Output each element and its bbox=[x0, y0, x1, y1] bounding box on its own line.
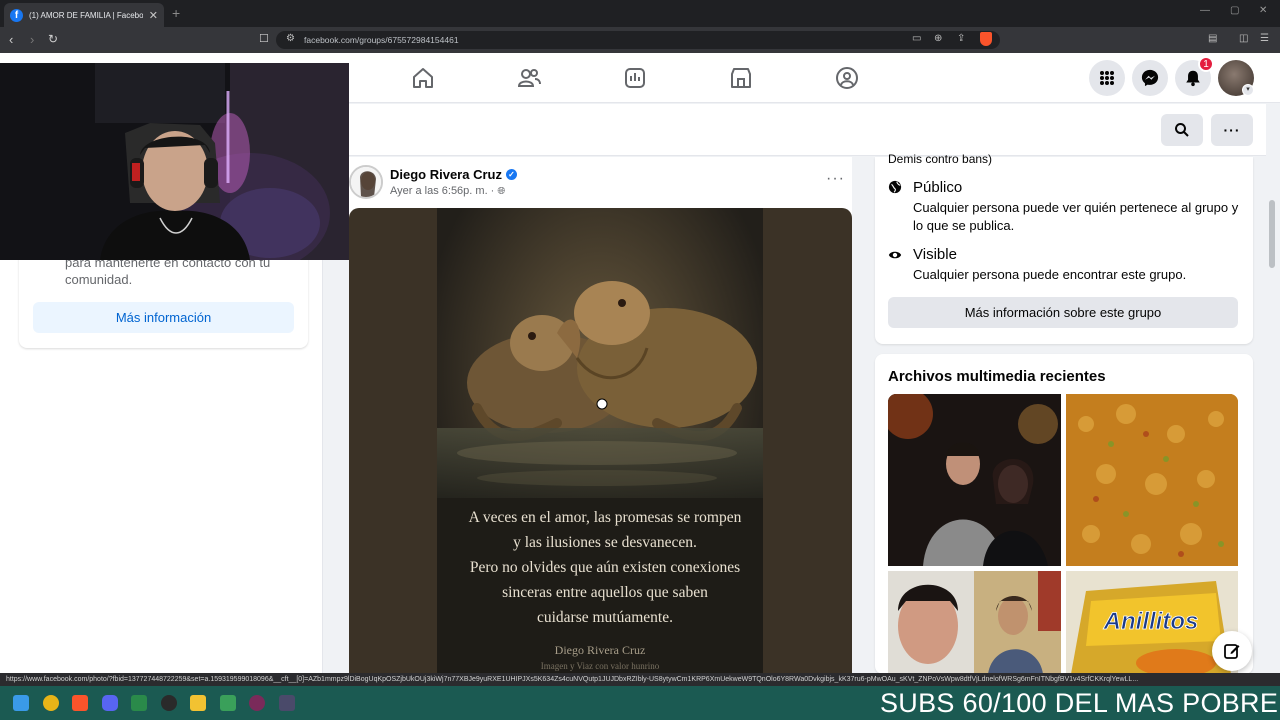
streamer-webcam-image bbox=[0, 63, 349, 260]
url-text: facebook.com/groups/675572984154461 bbox=[304, 35, 459, 45]
messenger-button[interactable] bbox=[1132, 60, 1168, 96]
menu-grid-button[interactable] bbox=[1089, 60, 1125, 96]
quote-line: sinceras entre aquellos que saben bbox=[502, 584, 708, 601]
grid-icon bbox=[1100, 71, 1114, 85]
media-thumbnail[interactable] bbox=[888, 571, 1061, 674]
eye-icon bbox=[888, 251, 902, 259]
tab-title: (1) AMOR DE FAMILIA | Faceboo bbox=[29, 10, 143, 20]
browser-tab[interactable]: f (1) AMOR DE FAMILIA | Faceboo ✕ bbox=[4, 3, 164, 27]
obs-icon[interactable] bbox=[161, 695, 177, 711]
brave-browser-icon[interactable] bbox=[72, 695, 88, 711]
app-icon[interactable] bbox=[249, 695, 265, 711]
globe-icon: 🌐︎ bbox=[497, 186, 506, 197]
media-thumbnail-photo bbox=[888, 571, 1061, 674]
wallet-icon[interactable]: ▤ bbox=[1208, 33, 1217, 44]
forward-icon[interactable]: › bbox=[30, 32, 34, 47]
browser-tabstrip bbox=[0, 0, 1280, 27]
gamepad-icon[interactable] bbox=[220, 695, 236, 711]
chips-brand-text: Anillitos bbox=[1103, 608, 1199, 635]
bookmark-icon[interactable]: ☐ bbox=[259, 32, 269, 45]
about-group-button[interactable]: Más información sobre este grupo bbox=[888, 297, 1238, 328]
file-explorer-icon[interactable] bbox=[190, 695, 206, 711]
compose-button[interactable] bbox=[1212, 631, 1252, 671]
media-thumbnail-photo bbox=[888, 394, 1061, 566]
quote-line: Pero no olvides que aún existen conexion… bbox=[469, 559, 741, 576]
search-icon bbox=[1175, 123, 1189, 137]
store-icon[interactable] bbox=[131, 695, 147, 711]
account-chevron-down-icon[interactable]: ▾ bbox=[1242, 84, 1254, 96]
about-description-cut: Demis contro bans) bbox=[888, 152, 993, 166]
media-thumbnail-photo: Anillitos bbox=[1066, 571, 1238, 674]
app-icon[interactable] bbox=[279, 695, 295, 711]
quote-line: cuidarse mutúamente. bbox=[536, 609, 673, 626]
sidebar-toggle-icon[interactable]: ◫ bbox=[1239, 33, 1248, 44]
recent-media-title: Archivos multimedia recientes bbox=[888, 368, 1106, 385]
quote-line: A veces en el amor, las promesas se romp… bbox=[468, 509, 742, 526]
back-icon[interactable]: ‹ bbox=[9, 32, 13, 47]
facebook-favicon-icon: f bbox=[10, 8, 23, 22]
browser-menu-icon[interactable]: ☰ bbox=[1260, 33, 1269, 44]
post-timestamp[interactable]: Ayer a las 6:56p. m. · 🌐︎ bbox=[390, 185, 505, 197]
media-thumbnail[interactable] bbox=[888, 394, 1061, 566]
messenger-icon bbox=[1141, 69, 1159, 87]
site-info-icon[interactable]: ⚙ bbox=[286, 33, 295, 44]
quote-credit: Imagen y Viaz con valor hunrino bbox=[540, 661, 660, 671]
notification-badge: 1 bbox=[1198, 56, 1214, 72]
post-author[interactable]: Diego Rivera Cruz ✓ bbox=[390, 167, 517, 182]
group-more-button[interactable]: ··· bbox=[1211, 114, 1253, 146]
globe-icon bbox=[888, 180, 902, 194]
edit-icon bbox=[1224, 644, 1240, 659]
privacy-title: Público bbox=[913, 179, 963, 196]
coin-app-icon[interactable] bbox=[43, 695, 59, 711]
friends-icon[interactable] bbox=[515, 64, 543, 92]
address-bar[interactable]: facebook.com/groups/675572984154461 bbox=[276, 31, 1000, 49]
bell-icon bbox=[1186, 70, 1200, 87]
media-thumbnail-photo bbox=[1066, 394, 1238, 566]
quote-author: Diego Rivera Cruz bbox=[554, 643, 646, 657]
groups-icon[interactable] bbox=[833, 64, 861, 92]
marketplace-icon[interactable] bbox=[727, 64, 755, 92]
feeds-icon[interactable] bbox=[621, 64, 649, 92]
brave-shield-icon[interactable] bbox=[980, 32, 992, 46]
privacy-description: Cualquier persona puede ver quién perten… bbox=[913, 200, 1239, 233]
tab-close-icon[interactable]: ✕ bbox=[149, 9, 158, 22]
group-toolbar bbox=[349, 104, 1266, 156]
verified-badge-icon: ✓ bbox=[505, 169, 517, 180]
visibility-title: Visible bbox=[913, 246, 957, 263]
more-info-button[interactable]: Más información bbox=[33, 302, 294, 333]
group-search-button[interactable] bbox=[1161, 114, 1203, 146]
media-thumbnail[interactable] bbox=[1066, 394, 1238, 566]
window-close-icon[interactable]: ✕ bbox=[1259, 5, 1267, 16]
home-icon[interactable] bbox=[409, 64, 437, 92]
author-avatar[interactable] bbox=[349, 165, 383, 199]
quote-line: y las ilusiones se desvanecen. bbox=[513, 534, 697, 551]
cast-icon[interactable]: ▭ bbox=[912, 33, 921, 44]
media-thumbnail[interactable]: Anillitos bbox=[1066, 571, 1238, 674]
author-avatar-image bbox=[351, 167, 381, 197]
discord-icon[interactable] bbox=[102, 695, 118, 711]
share-icon[interactable]: ⇪ bbox=[957, 33, 965, 44]
stream-overlay-text: SUBS 60/100 DEL MAS POBRE bbox=[880, 688, 1279, 718]
page-scrollbar[interactable] bbox=[1266, 104, 1280, 674]
windows-start-icon[interactable] bbox=[13, 695, 29, 711]
minimize-icon[interactable]: — bbox=[1200, 5, 1210, 16]
reload-icon[interactable]: ↻ bbox=[48, 32, 58, 46]
post-time-text[interactable]: Ayer a las 6:56p. m. · bbox=[390, 185, 494, 197]
link-status-bar: https://www.facebook.com/photo/?fbid=137… bbox=[0, 673, 1280, 686]
post-quote: A veces en el amor, las promesas se romp… bbox=[437, 505, 773, 630]
maximize-icon[interactable]: ▢ bbox=[1230, 5, 1239, 16]
zoom-icon[interactable]: ⊕ bbox=[934, 33, 942, 44]
post-author-name[interactable]: Diego Rivera Cruz bbox=[390, 167, 502, 182]
visibility-description: Cualquier persona puede encontrar este g… bbox=[913, 267, 1187, 282]
post-options-button[interactable]: ··· bbox=[826, 170, 845, 188]
scrollbar-thumb[interactable] bbox=[1269, 200, 1275, 268]
new-tab-button[interactable]: + bbox=[172, 5, 180, 21]
webcam-overlay bbox=[0, 63, 349, 260]
